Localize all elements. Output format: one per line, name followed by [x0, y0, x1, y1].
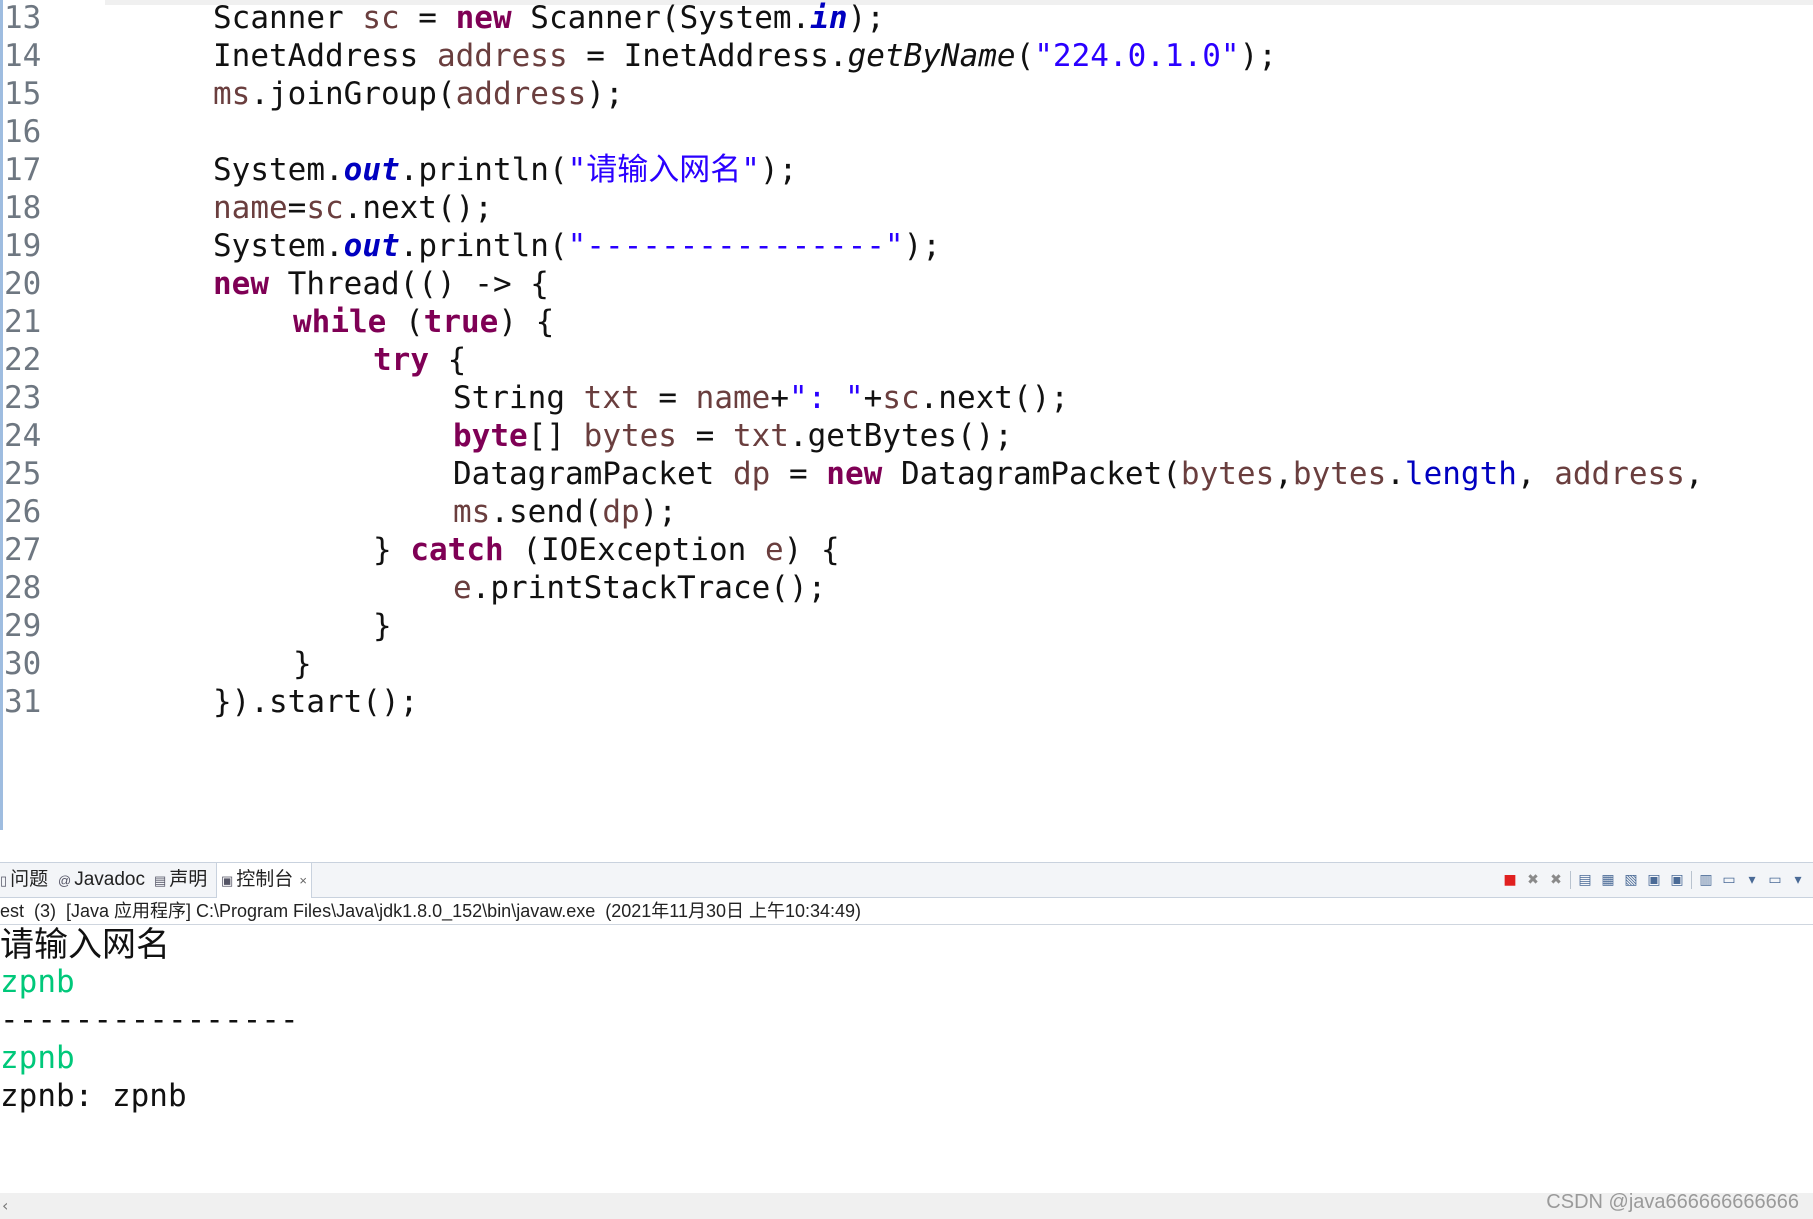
javadoc-icon: @	[58, 873, 72, 888]
word-wrap-icon[interactable]: ▧	[1622, 872, 1640, 888]
tab-declaration[interactable]: ▤ 声明	[154, 863, 207, 897]
clear-console-icon[interactable]: ▤	[1576, 872, 1594, 888]
toolbar-separator	[1691, 871, 1692, 889]
chevron-down-icon[interactable]: ▾	[1743, 872, 1761, 888]
show-on-stderr-icon[interactable]: ▣	[1668, 872, 1686, 888]
declaration-icon: ▤	[154, 873, 167, 888]
show-on-stdout-icon[interactable]: ▣	[1645, 872, 1663, 888]
remove-all-icon[interactable]: ✖	[1547, 872, 1565, 888]
code-line[interactable]: }	[373, 604, 392, 648]
code-line[interactable]: e.printStackTrace();	[453, 566, 826, 610]
open-console-icon[interactable]: ▭	[1766, 872, 1784, 888]
tab-label: 声明	[169, 869, 208, 890]
line-number: 31	[4, 684, 42, 720]
watermark: CSDN @java666666666666	[1546, 1191, 1799, 1213]
tab-label: 控制台	[236, 869, 294, 890]
display-console-icon[interactable]: ▭	[1720, 872, 1738, 888]
tab-label: 问题	[10, 869, 49, 890]
tab-problems[interactable]: ▯ 问题	[0, 863, 48, 897]
chevron-down-icon[interactable]: ▾	[1789, 872, 1807, 888]
console-icon: ▣	[221, 873, 234, 888]
tab-label: Javadoc	[74, 869, 145, 890]
console-process-info: est (3) [Java 应用程序] C:\Program Files\Jav…	[0, 898, 1813, 925]
remove-launch-icon[interactable]: ✖	[1524, 872, 1542, 888]
terminate-icon[interactable]: ■	[1501, 872, 1519, 888]
console-line: zpnb: zpnb	[0, 1078, 187, 1114]
scroll-left-icon[interactable]: ‹	[2, 1193, 8, 1219]
console-output[interactable]: 请输入网名 zpnb ---------------- zpnb zpnb: z…	[0, 925, 1813, 1193]
problems-icon: ▯	[0, 873, 8, 888]
gutter-marker-bar	[0, 0, 3, 830]
code-line[interactable]: }).start();	[213, 680, 418, 724]
line-number-gutter: 13 14 15 16 17 18 19 20 21 22 23 24 25 2…	[0, 0, 60, 830]
toolbar-separator	[1570, 871, 1571, 889]
scroll-lock-icon[interactable]: ▦	[1599, 872, 1617, 888]
console-toolbar: ■ ✖ ✖ ▤ ▦ ▧ ▣ ▣ ▥ ▭ ▾ ▭ ▾	[1501, 863, 1807, 897]
pin-console-icon[interactable]: ▥	[1697, 872, 1715, 888]
code-line[interactable]: ms.joinGroup(address);	[213, 72, 624, 116]
tab-javadoc[interactable]: @ Javadoc	[58, 863, 145, 897]
code-editor[interactable]: 13 14 15 16 17 18 19 20 21 22 23 24 25 2…	[0, 0, 1813, 830]
console-horizontal-scrollbar[interactable]: ‹	[0, 1193, 1813, 1219]
view-tab-bar: ▯ 问题 @ Javadoc ▤ 声明 ▣ 控制台 × ■ ✖ ✖ ▤ ▦ ▧ ▣ ▣ ▥…	[0, 862, 1813, 898]
tab-console[interactable]: ▣ 控制台 ×	[216, 863, 312, 898]
close-icon[interactable]: ×	[299, 873, 307, 888]
